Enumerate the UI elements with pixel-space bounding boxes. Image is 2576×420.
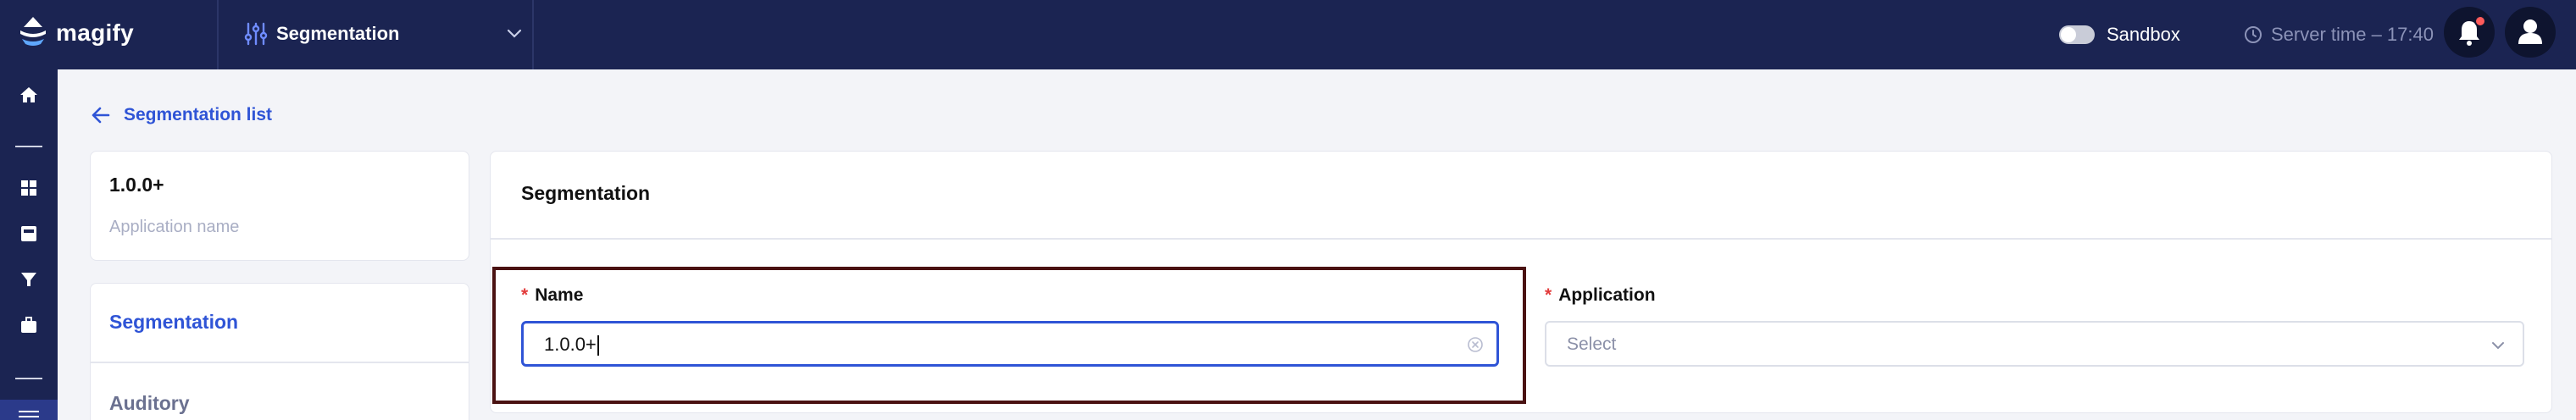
segmentation-form-card: Segmentation * Name 1.0.0+ * Application S… <box>490 151 2552 413</box>
section-nav: Segmentation Auditory <box>90 283 469 420</box>
sliders-icon <box>244 22 268 46</box>
user-avatar[interactable] <box>2505 7 2556 58</box>
user-icon <box>2518 19 2542 44</box>
chevron-down-icon <box>507 29 522 38</box>
top-bar: magify Segmentation Sandbox Server time … <box>0 0 2576 69</box>
application-label-text: Application <box>1558 285 1656 305</box>
arrow-left-icon <box>92 107 110 124</box>
name-input-value: 1.0.0+ <box>544 334 599 356</box>
application-select[interactable]: Select <box>1545 321 2524 367</box>
required-marker: * <box>1545 285 1552 305</box>
inbox-icon[interactable] <box>17 222 41 246</box>
briefcase-icon[interactable] <box>17 313 41 337</box>
brand-name: magify <box>56 19 135 46</box>
sliders-icon <box>19 411 39 417</box>
rail-separator <box>15 378 42 379</box>
server-time-text: Server time – 17:40 <box>2271 24 2434 45</box>
divider <box>91 362 469 363</box>
form-title: Segmentation <box>521 182 651 204</box>
application-placeholder: Select <box>1567 334 1617 354</box>
name-field-label: * Name <box>521 285 583 306</box>
rail-item-segmentation[interactable] <box>0 400 58 420</box>
name-value-text: 1.0.0+ <box>544 334 597 355</box>
name-input[interactable]: 1.0.0+ <box>521 321 1499 367</box>
unread-badge <box>2474 15 2486 27</box>
context-selector[interactable]: Segmentation <box>222 0 532 69</box>
divider <box>491 238 2551 240</box>
clock-icon <box>2245 26 2262 43</box>
name-label-text: Name <box>535 285 584 305</box>
required-marker: * <box>521 285 529 305</box>
divider <box>217 0 219 69</box>
sandbox-toggle[interactable]: Sandbox <box>2059 19 2180 51</box>
magify-logo-icon <box>20 17 46 46</box>
back-link[interactable]: Segmentation list <box>90 102 272 129</box>
text-caret <box>597 335 599 356</box>
sandbox-label: Sandbox <box>2107 24 2180 45</box>
application-field-label: * Application <box>1545 285 1656 306</box>
clear-icon[interactable] <box>1466 335 1485 354</box>
back-link-label: Segmentation list <box>124 105 273 124</box>
nav-item-segmentation[interactable]: Segmentation <box>109 311 238 334</box>
notifications-button[interactable] <box>2444 7 2495 58</box>
grid-icon[interactable] <box>17 176 41 200</box>
left-rail <box>0 69 58 420</box>
home-icon[interactable] <box>17 83 41 107</box>
filter-icon[interactable] <box>17 268 41 291</box>
brand-logo[interactable]: magify <box>17 12 134 54</box>
segment-info-card: 1.0.0+ Application name <box>90 151 469 261</box>
nav-item-auditory[interactable]: Auditory <box>109 392 190 415</box>
divider <box>532 0 534 69</box>
server-time: Server time – 17:40 <box>2244 19 2434 51</box>
segment-name: 1.0.0+ <box>109 174 164 196</box>
toggle-switch[interactable] <box>2059 25 2095 44</box>
application-name: Application name <box>109 218 240 236</box>
toggle-knob <box>2061 27 2076 42</box>
rail-separator <box>15 146 42 147</box>
context-selector-label: Segmentation <box>276 23 400 44</box>
chevron-down-icon <box>2492 342 2504 350</box>
bell-icon <box>2459 21 2479 46</box>
